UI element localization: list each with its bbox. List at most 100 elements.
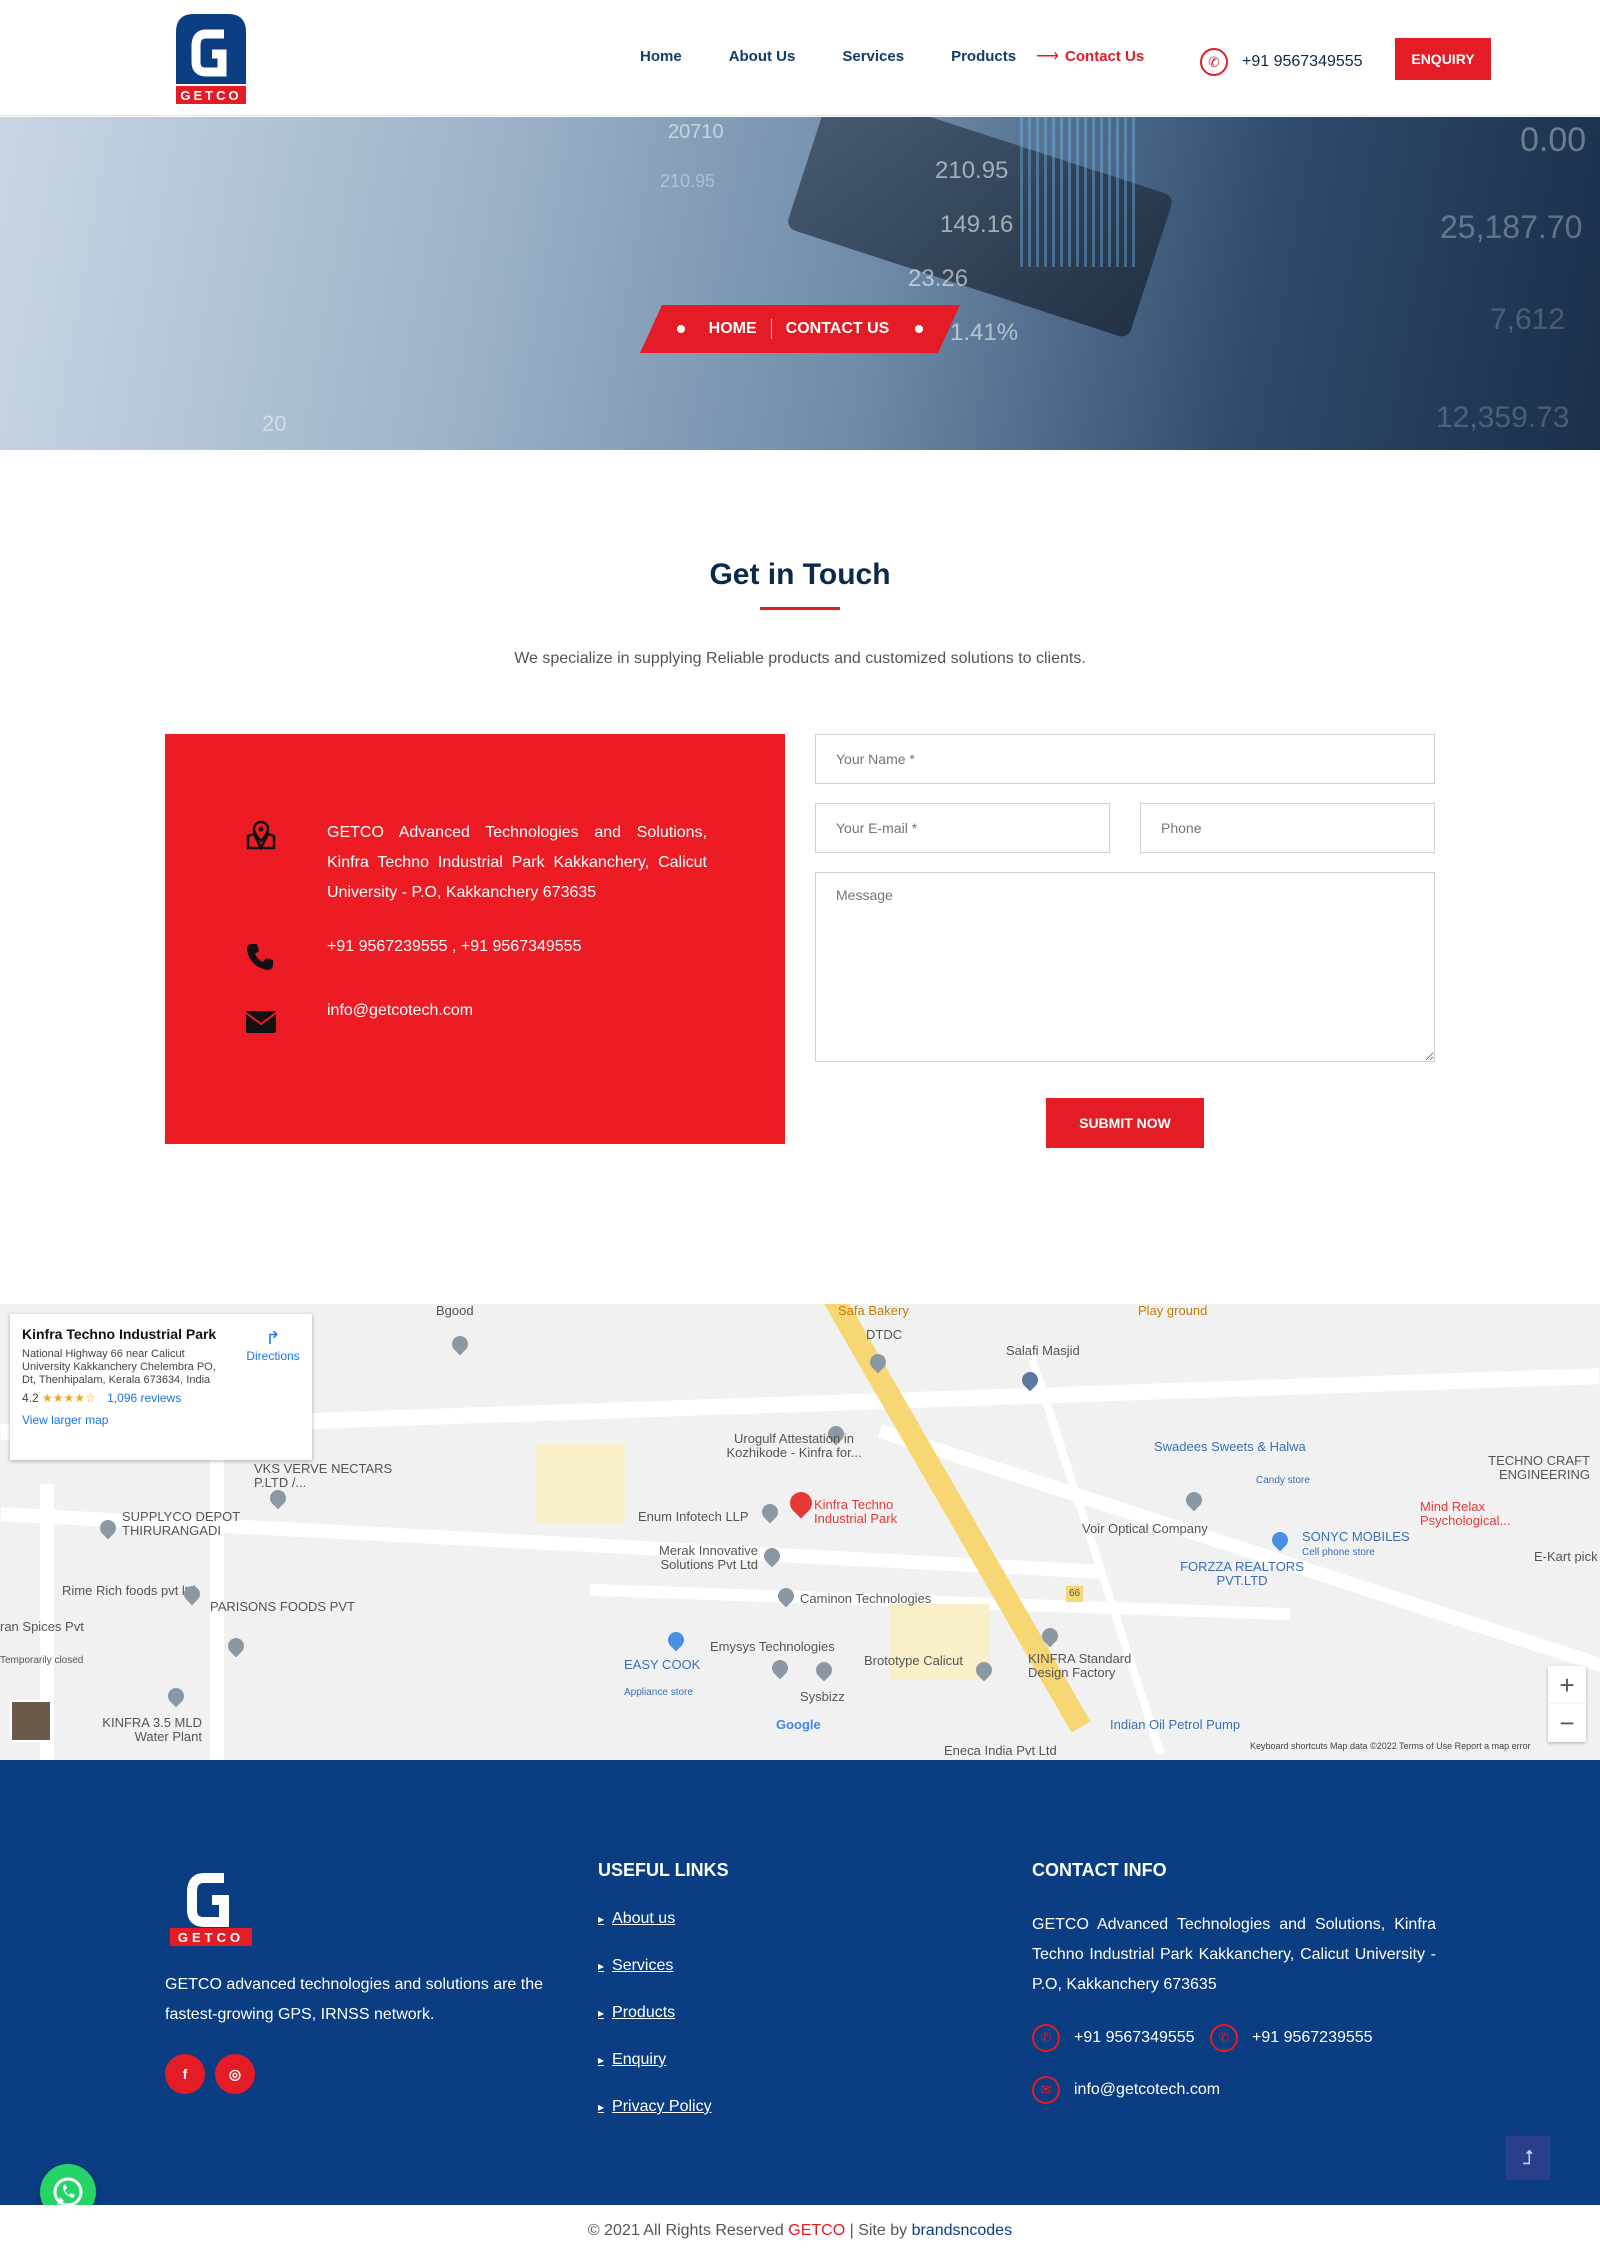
envelope-icon [245, 1011, 277, 1033]
map-pin-icon[interactable] [224, 1634, 248, 1658]
contact-phones[interactable]: +91 9567239555 , +91 9567349555 [327, 932, 707, 962]
directions-button[interactable]: ↱ Directions [238, 1328, 308, 1363]
hero-number: 12,359.73 [1436, 401, 1570, 434]
street-view-thumbnail[interactable] [10, 1700, 52, 1742]
breadcrumb-dot-icon [915, 325, 924, 333]
map-label: KINFRA 3.5 MLD Water Plant [102, 1715, 202, 1744]
map-label: EASY COOK [624, 1657, 701, 1672]
map-label: DTDC [866, 1327, 903, 1342]
hero-number: 210.95 [660, 171, 716, 191]
nav-about[interactable]: About Us [729, 48, 796, 65]
view-larger-map-link[interactable]: View larger map [22, 1413, 300, 1427]
nav-services[interactable]: Services [842, 48, 904, 65]
site-header: GETCO Home About Us Services Products ⟶ … [0, 0, 1600, 116]
contact-address-row [245, 820, 277, 850]
useful-links-heading: USEFUL LINKS [598, 1860, 729, 1880]
map-label: KINFRA Standard Design Factory [1028, 1651, 1132, 1680]
embedded-map[interactable]: Bgood Safa Bakery DTDC Salafi Masjid Pla… [0, 1304, 1600, 1760]
enquiry-button[interactable]: ENQUIRY [1395, 38, 1491, 80]
title-underline [760, 607, 840, 610]
map-pin-icon[interactable] [774, 1584, 798, 1608]
footer-link-products[interactable]: Products [598, 2004, 675, 2022]
footer-getco-logo[interactable]: GETCO [166, 1860, 256, 1950]
map-label: SUPPLYCO DEPOT THIRURANGADI [122, 1509, 240, 1538]
place-rating: 4.2 ★★★★☆ 1,096 reviews [22, 1391, 300, 1405]
map-label: Eneca India Pvt Ltd [944, 1743, 1057, 1758]
name-field[interactable] [815, 734, 1435, 784]
rating-stars-icon: ★★★★☆ [42, 1391, 96, 1405]
reviews-link[interactable]: 1,096 reviews [107, 1391, 181, 1405]
breadcrumb-home[interactable]: HOME [709, 320, 757, 338]
footer-link-privacy[interactable]: Privacy Policy [598, 2098, 712, 2116]
nav-active-arrow-icon: ⟶ [1036, 48, 1060, 65]
map-label: Voir Optical Company [1082, 1521, 1208, 1536]
phone-field[interactable] [1140, 803, 1435, 853]
zoom-out-button[interactable]: − [1548, 1704, 1586, 1742]
main-nav: Home About Us Services Products ⟶ Contac… [640, 46, 1191, 66]
map-pin-icon[interactable] [164, 1684, 188, 1708]
facebook-icon[interactable]: f [165, 2054, 205, 2094]
contact-info-box: GETCO Advanced Technologies and Solution… [165, 734, 785, 1144]
getco-logo[interactable]: GETCO [166, 10, 256, 108]
map-pin-icon[interactable] [758, 1500, 782, 1524]
hero-number: 210.95 [935, 157, 1009, 184]
map-pin-icon[interactable] [768, 1656, 792, 1680]
breadcrumb-current: CONTACT US [785, 320, 890, 337]
map-label: Urogulf Attestation in Kozhikode - Kinfr… [726, 1431, 862, 1460]
footer-address: GETCO Advanced Technologies and Solution… [1032, 1916, 1436, 1993]
breadcrumb-divider [770, 319, 772, 339]
footer-logo-text: GETCO [178, 1930, 244, 1945]
footer-phone-1[interactable]: ✆ +91 9567349555 [1032, 2024, 1195, 2052]
logo-text: GETCO [180, 88, 241, 103]
copyright-mid: | Site by [849, 2222, 908, 2239]
map-label: Brototype Calicut [864, 1653, 963, 1668]
hero-banner: 20710 210.95 149.16 23.26 1.41% 0.00 25,… [0, 117, 1600, 450]
message-field[interactable] [815, 872, 1435, 1062]
header-phone[interactable]: ✆ +91 9567349555 [1200, 48, 1363, 76]
map-pin-icon[interactable] [1182, 1488, 1206, 1512]
map-label: Salafi Masjid [1006, 1343, 1080, 1358]
kinfra-location-pin-icon[interactable] [785, 1487, 817, 1519]
footer-phone-2[interactable]: ✆ +91 9567239555 [1210, 2024, 1373, 2052]
map-label: Indian Oil Petrol Pump [1110, 1717, 1241, 1732]
header-phone-number: +91 9567349555 [1242, 53, 1363, 70]
section-title: Get in Touch [709, 558, 891, 591]
scroll-to-top-button[interactable]: ⮥ [1506, 2136, 1550, 2180]
footer-link-services[interactable]: Services [598, 1957, 673, 1975]
map-pin-icon[interactable] [448, 1332, 472, 1356]
map-place-card: Kinfra Techno Industrial Park National H… [10, 1314, 312, 1460]
map-label: Cell phone store [1302, 1547, 1375, 1558]
contact-phone-row [245, 942, 275, 972]
nav-contact[interactable]: Contact Us [1065, 48, 1144, 65]
hero-number: 7,612 [1490, 303, 1566, 336]
map-pin-icon[interactable] [1268, 1528, 1292, 1552]
map-label: Kinfra Techno Industrial Park [814, 1497, 898, 1526]
map-label: Safa Bakery [838, 1304, 909, 1318]
copyright-brand[interactable]: GETCO [788, 2222, 845, 2239]
google-logo: Google [776, 1717, 821, 1732]
map-label: Emysys Technologies [710, 1639, 835, 1654]
site-credit-link[interactable]: brandsncodes [912, 2222, 1013, 2239]
highway-shield: 66 [1066, 1586, 1084, 1602]
zoom-in-button[interactable]: + [1548, 1666, 1586, 1704]
map-attribution[interactable]: Keyboard shortcuts Map data ©2022 Terms … [1250, 1741, 1531, 1751]
map-label: Swadees Sweets & Halwa [1154, 1439, 1306, 1454]
contact-email-row [245, 1010, 277, 1034]
email-field[interactable] [815, 803, 1110, 853]
map-pin-icon[interactable] [812, 1658, 836, 1682]
map-pin-icon[interactable] [266, 1486, 290, 1510]
nav-products[interactable]: Products [951, 48, 1016, 65]
nav-home[interactable]: Home [640, 48, 682, 65]
submit-button[interactable]: SUBMIT NOW [1046, 1098, 1204, 1148]
instagram-icon[interactable]: ◎ [215, 2054, 255, 2094]
footer-link-enquiry[interactable]: Enquiry [598, 2051, 666, 2069]
contact-email[interactable]: info@getcotech.com [327, 996, 707, 1026]
map-pin-icon[interactable] [664, 1628, 688, 1652]
footer-email-text: info@getcotech.com [1074, 2081, 1221, 2098]
footer-email[interactable]: ✉ info@getcotech.com [1032, 2076, 1220, 2104]
hero-number: 20 [262, 411, 287, 436]
map-label: Temporarily closed [0, 1655, 84, 1666]
map-label: Play ground [1138, 1304, 1208, 1318]
footer-link-about[interactable]: About us [598, 1910, 675, 1928]
phone-icon: ✆ [1210, 2024, 1238, 2052]
